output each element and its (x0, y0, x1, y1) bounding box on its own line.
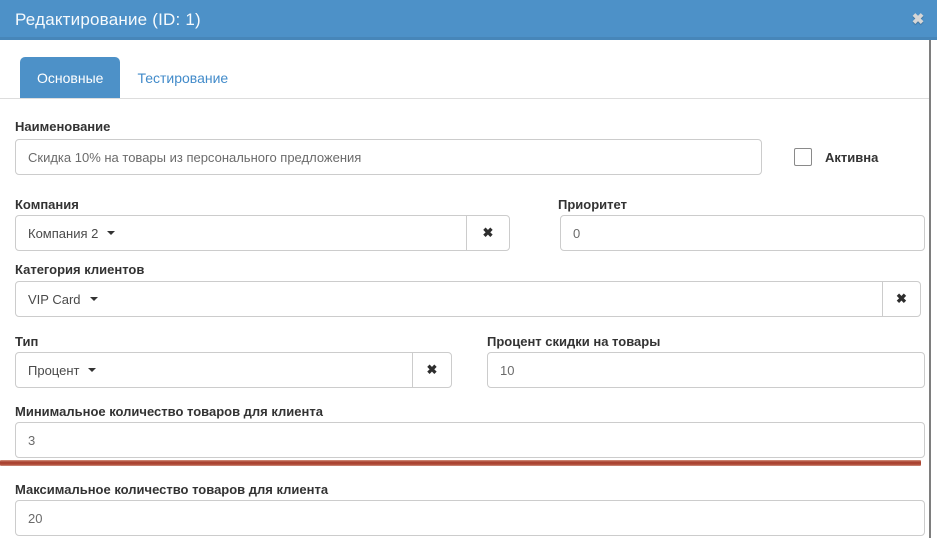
tab-main[interactable]: Основные (20, 57, 120, 99)
min-goods-label: Минимальное количество товаров для клиен… (15, 404, 323, 419)
modal-title: Редактирование (ID: 1) (15, 0, 201, 40)
red-annotation-underline (0, 460, 921, 466)
caret-down-icon (88, 368, 96, 372)
category-label: Категория клиентов (15, 262, 144, 277)
min-goods-input[interactable] (15, 422, 925, 458)
company-label: Компания (15, 197, 79, 212)
category-group: VIP Card ✖ (15, 281, 921, 317)
category-clear-icon[interactable]: ✖ (882, 281, 921, 317)
caret-down-icon (107, 231, 115, 235)
name-label: Наименование (15, 119, 110, 134)
active-checkbox[interactable] (794, 148, 812, 166)
type-label: Тип (15, 334, 38, 349)
priority-input[interactable] (560, 215, 925, 251)
modal-header: Редактирование (ID: 1) ✖ (0, 0, 937, 40)
company-selected-value: Компания 2 (28, 226, 98, 241)
caret-down-icon (90, 297, 98, 301)
type-selected-value: Процент (28, 363, 79, 378)
company-clear-icon[interactable]: ✖ (466, 215, 510, 251)
modal-right-border (929, 40, 931, 538)
discount-percent-label: Процент скидки на товары (487, 334, 660, 349)
active-checkbox-label: Активна (825, 150, 878, 165)
edit-modal: Редактирование (ID: 1) ✖ Основные Тестир… (0, 0, 937, 538)
company-dropdown[interactable]: Компания 2 (15, 215, 467, 251)
max-goods-input[interactable] (15, 500, 925, 536)
priority-label: Приоритет (558, 197, 627, 212)
tab-bar: Основные Тестирование (20, 57, 245, 99)
type-dropdown[interactable]: Процент (15, 352, 413, 388)
close-icon[interactable]: ✖ (907, 9, 929, 31)
company-group: Компания 2 ✖ (15, 215, 510, 251)
tab-bar-divider (0, 98, 929, 99)
type-clear-icon[interactable]: ✖ (412, 352, 452, 388)
discount-percent-input[interactable] (487, 352, 925, 388)
max-goods-label: Максимальное количество товаров для клие… (15, 482, 328, 497)
type-group: Процент ✖ (15, 352, 452, 388)
category-selected-value: VIP Card (28, 292, 81, 307)
tab-testing[interactable]: Тестирование (120, 57, 245, 99)
category-dropdown[interactable]: VIP Card (15, 281, 883, 317)
name-input[interactable] (15, 139, 762, 175)
